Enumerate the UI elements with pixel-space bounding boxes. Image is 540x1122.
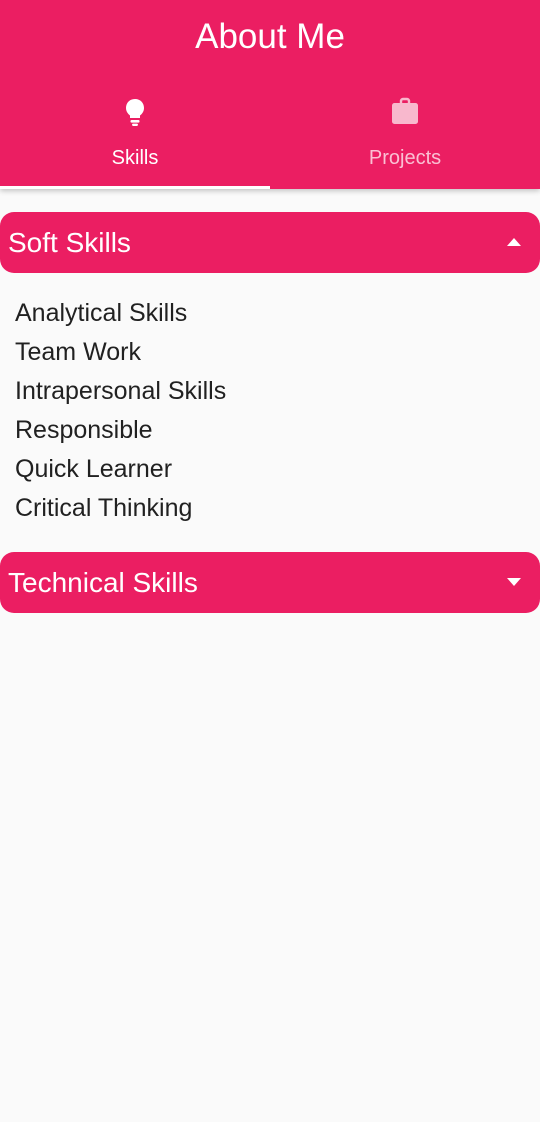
tab-skills[interactable]: Skills: [0, 84, 270, 189]
list-item: Team Work: [15, 338, 141, 366]
technical-skills-title: Technical Skills: [8, 567, 198, 598]
list-item: Responsible: [15, 416, 153, 444]
list-item: Analytical Skills: [15, 299, 188, 327]
soft-skills-list: Analytical Skills Team Work Intrapersona…: [15, 294, 226, 528]
lightbulb-icon: [126, 99, 144, 126]
technical-skills-panel-header[interactable]: Technical Skills: [0, 552, 540, 613]
page-title: About Me: [195, 17, 345, 56]
tab-skills-label: Skills: [111, 147, 159, 169]
tab-indicator: [0, 186, 270, 189]
soft-skills-title: Soft Skills: [8, 227, 131, 258]
arrow-up-icon: [507, 238, 521, 246]
arrow-down-icon: [507, 578, 521, 586]
tab-projects-label: Projects: [368, 147, 442, 169]
tab-projects[interactable]: Projects: [270, 84, 540, 189]
list-item: Critical Thinking: [15, 494, 193, 522]
soft-skills-panel-header[interactable]: Soft Skills: [0, 212, 540, 273]
briefcase-icon: [392, 97, 418, 124]
app-bar: About Me Skills Projects: [0, 0, 540, 189]
list-item: Intrapersonal Skills: [15, 377, 227, 405]
list-item: Quick Learner: [15, 455, 173, 483]
